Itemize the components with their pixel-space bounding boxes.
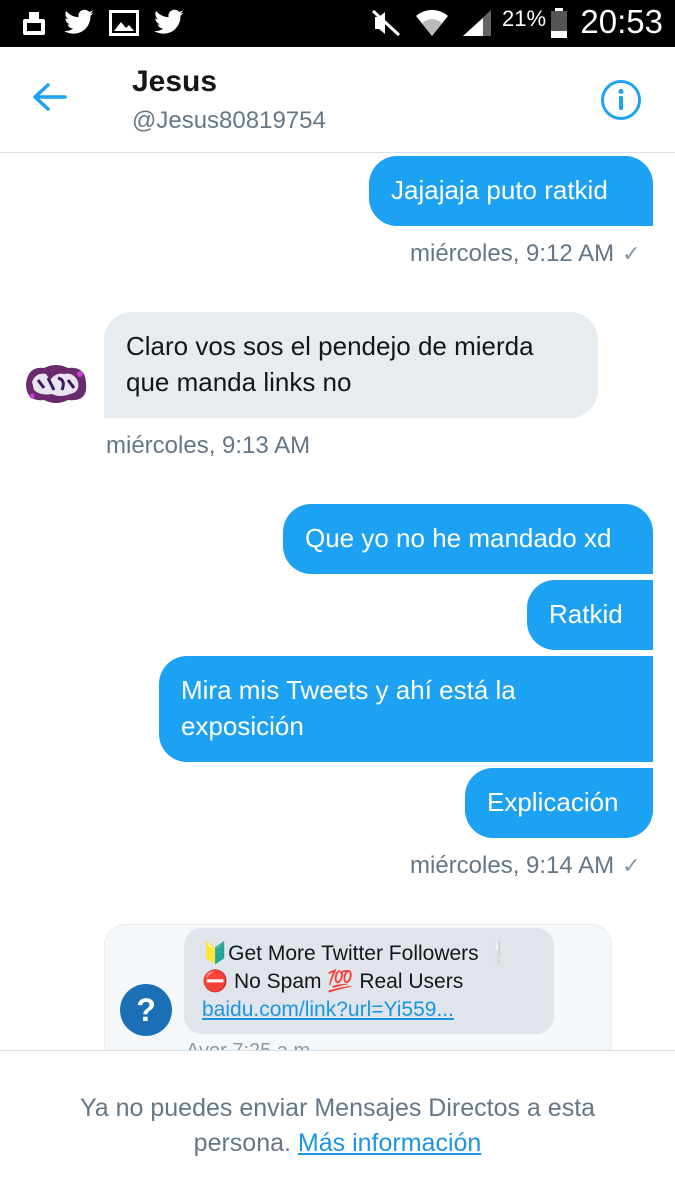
dm-disabled-notice: Ya no puedes enviar Mensajes Directos a …	[40, 1091, 635, 1161]
spam-message-bubble[interactable]: 🔰Get More Twitter Followers ❕ ⛔ No Spam …	[184, 928, 554, 1034]
unknown-user-avatar[interactable]: ?	[120, 984, 172, 1036]
message-bubble-sent[interactable]: Jajajaja puto ratkid	[369, 156, 653, 226]
contact-handle: @Jesus80819754	[132, 107, 326, 134]
back-arrow-icon	[32, 82, 68, 117]
clean-master-icon	[18, 8, 50, 38]
message-bubble-received[interactable]: Claro vos sos el pendejo de mierda que m…	[104, 312, 598, 418]
info-icon	[600, 80, 642, 125]
status-clock: 20:53	[580, 3, 663, 40]
contact-name[interactable]: Jesus	[132, 65, 217, 99]
more-info-link[interactable]: Más información	[298, 1129, 481, 1157]
message-timestamp: miércoles, 9:12 AM ✓	[410, 240, 641, 268]
timestamp-text: miércoles, 9:12 AM	[410, 240, 615, 267]
read-check-icon: ✓	[622, 853, 641, 878]
spam-line-1: 🔰Get More Twitter Followers ❕	[202, 942, 511, 965]
read-check-icon: ✓	[622, 241, 641, 266]
avatar[interactable]	[22, 360, 90, 408]
message-bubble-sent[interactable]: Que yo no he mandado xd	[283, 504, 653, 574]
twitter-icon	[152, 8, 186, 38]
conversation-header: Jesus @Jesus80819754	[0, 47, 675, 153]
battery-icon	[548, 8, 570, 38]
message-timestamp: miércoles, 9:13 AM	[106, 432, 311, 459]
mute-icon	[370, 8, 402, 38]
message-timestamp: miércoles, 9:14 AM ✓	[410, 852, 641, 880]
back-button[interactable]	[30, 81, 70, 117]
status-bar: 21% 20:53	[0, 0, 675, 47]
gallery-icon	[108, 8, 140, 38]
spam-link[interactable]: baidu.com/link?url=Yi559...	[202, 998, 454, 1021]
dm-disabled-footer: Ya no puedes enviar Mensajes Directos a …	[0, 1050, 675, 1200]
message-bubble-sent[interactable]: Ratkid	[527, 580, 653, 650]
timestamp-text: miércoles, 9:14 AM	[410, 852, 615, 879]
spam-line-2: ⛔ No Spam 💯 Real Users	[202, 970, 464, 993]
signal-icon	[460, 8, 494, 38]
twitter-icon	[62, 8, 96, 38]
battery-percent: 21%	[502, 6, 547, 31]
wifi-icon	[414, 8, 450, 38]
message-bubble-sent[interactable]: Explicación	[465, 768, 653, 838]
info-button[interactable]	[600, 79, 642, 121]
message-bubble-sent[interactable]: Mira mis Tweets y ahí está la exposición	[159, 656, 653, 762]
